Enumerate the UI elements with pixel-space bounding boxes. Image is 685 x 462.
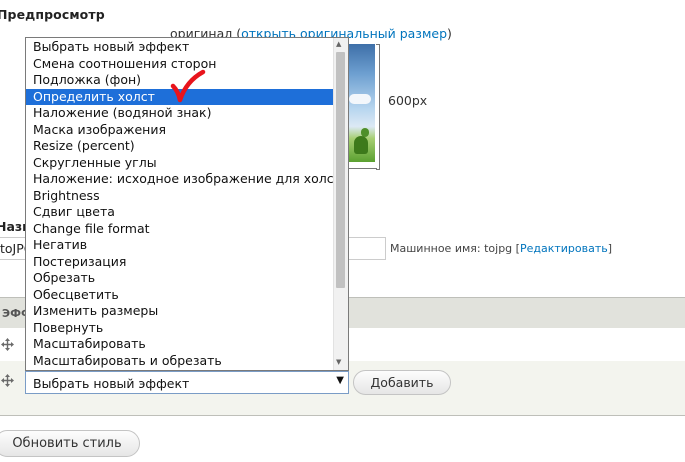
new-effect-select[interactable]: Выбрать новый эффект ▼ [25,371,349,394]
chevron-down-icon: ▼ [336,375,344,386]
machine-name: Машинное имя: tojpg [Редактировать] [390,242,612,255]
height-dimension-line [376,44,380,170]
scroll-up-icon[interactable]: ▲ [336,40,341,48]
preview-height-label: 600px [388,93,428,108]
preview-heading: Предпросмотр [0,7,105,22]
dropdown-option[interactable]: Негатив [26,237,335,254]
machine-name-suffix: ] [607,242,613,255]
dropdown-option[interactable]: Изменить размеры [26,303,335,320]
dropdown-option[interactable]: Change file format [26,221,335,238]
drag-handle-icon[interactable] [1,338,14,351]
scroll-down-icon[interactable]: ▼ [336,358,341,366]
add-effect-button[interactable]: Добавить [353,370,451,395]
preview-caption-suffix: ) [447,26,452,41]
dropdown-option[interactable]: Resize (percent) [26,138,335,155]
red-check-mark-icon [170,69,206,103]
update-style-button[interactable]: Обновить стиль [0,430,140,457]
scroll-thumb[interactable] [336,52,345,288]
machine-name-prefix: Машинное имя: tojpg [ [390,242,520,255]
dropdown-option[interactable]: Наложение (водяной знак) [26,105,335,122]
dropdown-option[interactable]: Постеризация [26,254,335,271]
dropdown-option[interactable]: Brightness [26,188,335,205]
dropdown-option[interactable]: Повернуть [26,320,335,337]
dropdown-option[interactable]: Обесцветить [26,287,335,304]
preview-image [345,44,375,162]
dropdown-option[interactable]: Скругленные углы [26,155,335,172]
dropdown-option[interactable]: Обрезать [26,270,335,287]
dropdown-option[interactable]: Масштабировать и обрезать [26,353,335,370]
dropdown-option[interactable]: Масштабировать [26,336,335,353]
drag-handle-icon[interactable] [1,374,14,387]
tree-shape [354,136,368,154]
dropdown-option[interactable]: Выбрать новый эффект [26,39,335,56]
dropdown-scrollbar[interactable]: ▲ ▼ [333,38,348,370]
dropdown-option[interactable]: Наложение: исходное изображение для холс… [26,171,335,188]
new-effect-select-value: Выбрать новый эффект [33,376,190,391]
dropdown-option[interactable]: Сдвиг цвета [26,204,335,221]
dropdown-option[interactable]: Маска изображения [26,122,335,139]
cloud-shape [349,94,371,104]
edit-machine-name-link[interactable]: Редактировать [520,242,608,255]
width-dimension-line [345,163,377,169]
